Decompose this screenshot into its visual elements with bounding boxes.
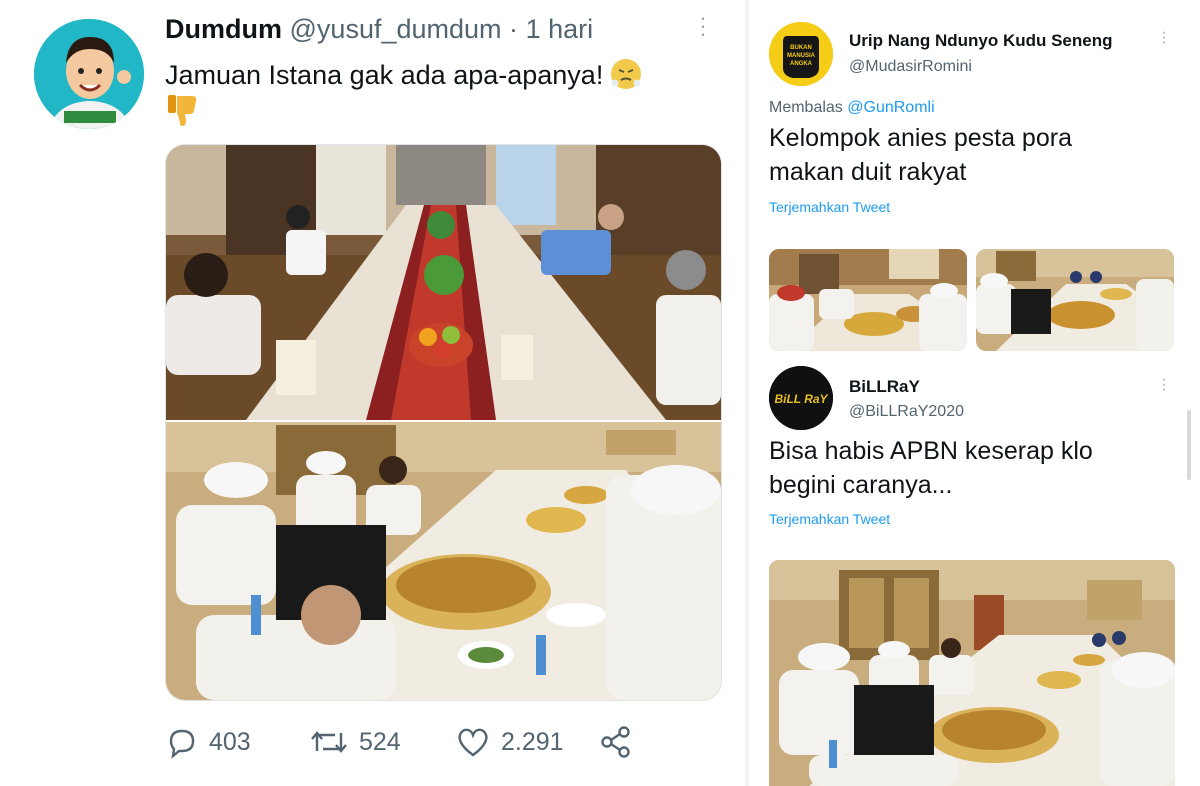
svg-text:BUKAN: BUKAN (790, 45, 812, 51)
tweet-media[interactable] (165, 144, 722, 701)
thumbs-down-icon (166, 93, 200, 137)
scrollbar[interactable] (1187, 410, 1191, 480)
reply-thread: BUKAN MANUSIA ANGKA Urip Nang Ndunyo Kud… (753, 0, 1200, 786)
display-name[interactable]: Dumdum (165, 14, 282, 44)
svg-text:ANGKA: ANGKA (790, 61, 813, 67)
tweet-image[interactable] (769, 249, 967, 351)
display-name[interactable]: Urip Nang Ndunyo Kudu Seneng (849, 31, 1113, 51)
timestamp[interactable]: 1 hari (526, 14, 594, 44)
translate-tweet-link[interactable]: Terjemahkan Tweet (769, 199, 890, 215)
tweet-text-line: begini caranya... (769, 471, 953, 499)
more-options-icon[interactable]: · · · (1159, 372, 1169, 398)
heart-icon (458, 728, 488, 757)
separator: · (509, 14, 519, 44)
avatar[interactable]: BUKAN MANUSIA ANGKA (769, 22, 833, 86)
replying-to: Membalas @GunRomli (769, 99, 935, 117)
panel-divider (745, 0, 749, 786)
tweet-header: Dumdum @yusuf_dumdum · 1 hari (165, 14, 593, 45)
handle[interactable]: @MudasirRomini (849, 58, 972, 76)
reply-icon (169, 729, 195, 759)
handle[interactable]: @yusuf_dumdum (290, 14, 502, 44)
retweet-button[interactable]: 524 (309, 722, 401, 762)
replying-prefix: Membalas (769, 99, 843, 116)
face-steam-icon (610, 59, 641, 89)
share-icon[interactable] (599, 725, 633, 764)
handle[interactable]: @BiLLRaY2020 (849, 403, 964, 421)
display-name[interactable]: BiLLRaY (849, 377, 920, 397)
tweet-image[interactable] (769, 560, 1175, 786)
tweet-text-line: Kelompok anies pesta pora (769, 124, 1072, 152)
like-button[interactable]: 2.291 (455, 722, 564, 762)
more-options-icon[interactable]: · · · (698, 7, 708, 45)
reply-count: 403 (209, 727, 251, 756)
tweet-text: Jamuan Istana gak ada apa-apanya! (165, 58, 641, 92)
tweet-actions: 403 524 2.291 (165, 722, 635, 762)
retweet-count: 524 (359, 727, 401, 756)
main-tweet: Dumdum @yusuf_dumdum · 1 hari · · · Jamuan… (0, 0, 740, 786)
avatar[interactable] (34, 19, 144, 129)
retweet-icon (311, 731, 347, 753)
svg-text:MANUSIA: MANUSIA (787, 53, 816, 59)
replying-to-link[interactable]: @GunRomli (847, 99, 934, 116)
translate-tweet-link[interactable]: Terjemahkan Tweet (769, 511, 890, 527)
avatar-text: BiLL RaY (774, 392, 828, 406)
more-options-icon[interactable]: · · · (1159, 25, 1169, 51)
reply-button[interactable]: 403 (165, 722, 251, 762)
avatar[interactable]: BiLL RaY (769, 366, 833, 430)
tweet-text-content: Jamuan Istana gak ada apa-apanya! (165, 60, 604, 90)
tweet-text: Kelompok anies pesta pora makan duit rak… (769, 121, 1072, 189)
tweet-image[interactable] (976, 249, 1174, 351)
tweet-text: Bisa habis APBN keserap klo begini caran… (769, 434, 1093, 502)
tweet-text-line: Bisa habis APBN keserap klo (769, 437, 1093, 465)
tweet-text-line: makan duit rakyat (769, 158, 967, 186)
like-count: 2.291 (501, 727, 564, 756)
